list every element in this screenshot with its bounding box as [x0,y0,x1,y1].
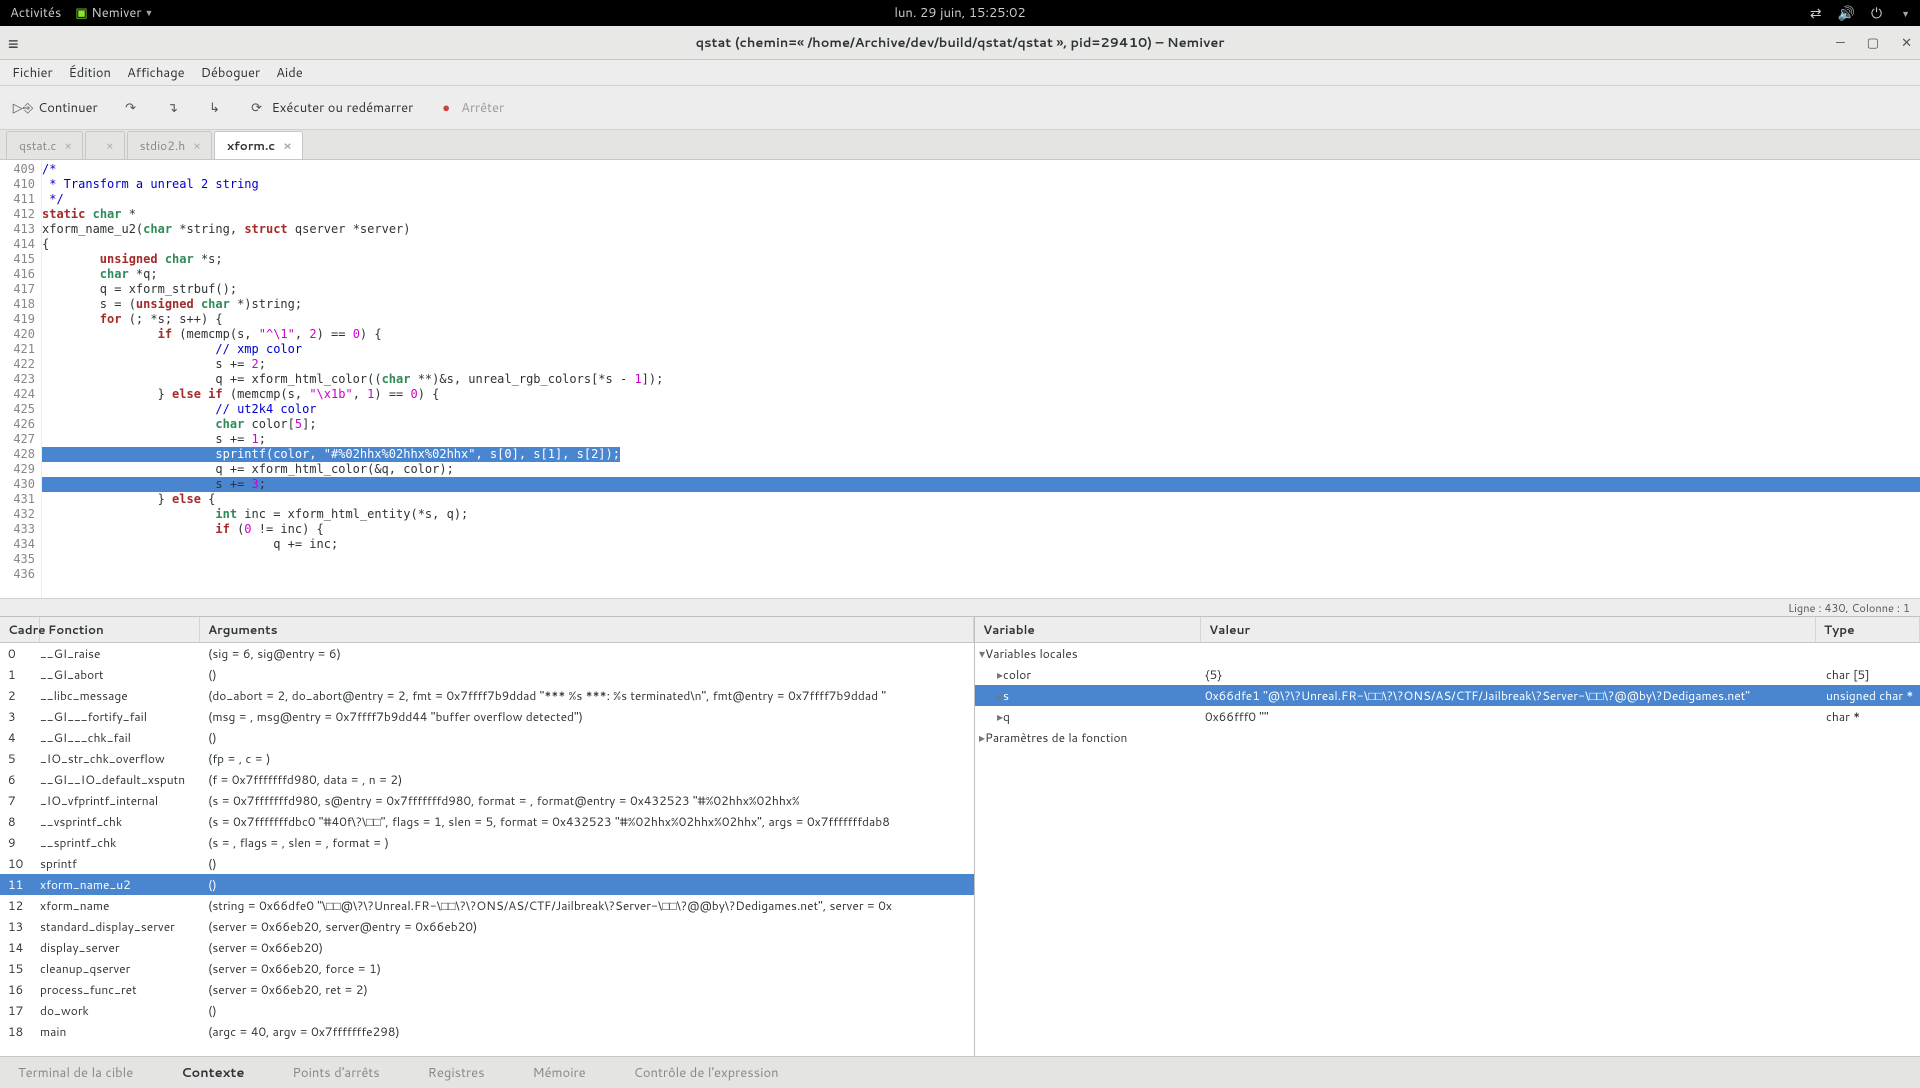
close-icon[interactable]: × [106,137,114,154]
variable-row[interactable]: ▸color{5}char [5] [975,664,1920,685]
step-out-button[interactable]: ↳ [200,95,230,121]
step-into-button[interactable]: ↴ [158,95,188,121]
chevron-down-icon: ▼ [144,6,153,19]
variable-row[interactable]: ▾Variables locales [975,643,1920,664]
btab-mémoire[interactable]: Mémoire [527,1060,592,1086]
close-button[interactable]: ✕ [1901,34,1912,52]
power-icon[interactable]: ⏻ [1871,3,1882,23]
hamburger-icon[interactable]: ≡ [8,30,19,56]
step-over-icon: ↷ [122,99,140,117]
stack-frame[interactable]: 5_IO_str_chk_overflow(fp = , c = ) [0,748,974,769]
menu-fichier[interactable]: Fichier [6,62,59,84]
menu-édition[interactable]: Édition [63,62,117,84]
stack-frame[interactable]: 7_IO_vfprintf_internal(s = 0x7fffffffd98… [0,790,974,811]
stack-frame[interactable]: 16process_func_ret(server = 0x66eb20, re… [0,979,974,1000]
maximize-button[interactable]: ▢ [1867,34,1879,52]
variables-panel[interactable]: Variable Valeur Type ▾Variables locales▸… [975,617,1920,1056]
menu-déboguer[interactable]: Déboguer [195,62,266,84]
stack-frame[interactable]: 8__vsprintf_chk(s = 0x7fffffffdbc0 "#40f… [0,811,974,832]
step-over-button[interactable]: ↷ [116,95,146,121]
editor-tabs: qstat.c××stdio2.h×xform.c× [0,130,1920,160]
tab-qstatc[interactable]: qstat.c× [6,131,83,159]
stack-frame[interactable]: 17do_work() [0,1000,974,1021]
stack-frame[interactable]: 3__GI___fortify_fail(msg = , msg@entry =… [0,706,974,727]
editor-statusbar: Ligne : 430, Colonne : 1 [0,598,1920,616]
stack-frame[interactable]: 11xform_name_u2() [0,874,974,895]
stack-frame[interactable]: 4__GI___chk_fail() [0,727,974,748]
close-icon[interactable]: × [193,137,201,154]
disclosure-icon[interactable]: ▸ [979,729,985,746]
variables-header: Variable Valeur Type [975,617,1920,643]
step-into-icon: ↴ [164,99,182,117]
stack-frame[interactable]: 10sprintf() [0,853,974,874]
menu-affichage[interactable]: Affichage [121,62,191,84]
call-stack-panel[interactable]: Cadre Fonction Arguments 0__GI_raise(sig… [0,617,975,1056]
stack-frame[interactable]: 18main(argc = 40, argv = 0x7fffffffe298) [0,1021,974,1042]
activities-button[interactable]: Activités [10,4,61,22]
stack-frame[interactable]: 13standard_display_server(server = 0x66e… [0,916,974,937]
btab-contrôle[interactable]: Contrôle de l'expression [628,1060,785,1086]
stack-frame[interactable]: 0__GI_raise(sig = 6, sig@entry = 6) [0,643,974,664]
stack-frame[interactable]: 1__GI_abort() [0,664,974,685]
toolbar: ▷⎆Continuer ↷ ↴ ↳ ⟳Exécuter ou redémarre… [0,86,1920,130]
disclosure-icon[interactable]: ▾ [979,645,985,662]
network-icon[interactable]: ⇄ [1810,3,1822,23]
close-icon[interactable]: × [283,137,292,154]
bottom-tabs: Terminal de la cible Contexte Points d'arr… [0,1056,1920,1088]
stack-frame[interactable]: 15cleanup_qserver(server = 0x66eb20, for… [0,958,974,979]
variable-row[interactable]: ▸s0x66dfe1 "@\?\?Unreal.FR-\□□\?\?ONS/AS… [975,685,1920,706]
restart-icon: ⟳ [248,99,266,117]
tab-disasmbly[interactable]: × [85,131,125,159]
continue-icon: ▷⎆ [14,99,32,117]
variable-row[interactable]: ▸Paramètres de la fonction [975,727,1920,748]
volume-icon[interactable]: 🔊 [1838,3,1855,23]
continue-button[interactable]: ▷⎆Continuer [8,95,104,121]
call-stack-header: Cadre Fonction Arguments [0,617,974,643]
source-editor[interactable]: 4094104114124134144154164174184194204214… [0,160,1920,598]
close-icon[interactable]: × [64,137,72,154]
nemiver-icon: ▣ [75,4,87,22]
stack-frame[interactable]: 12xform_name(string = 0x66dfe0 "\□□@\?\?… [0,895,974,916]
minimize-button[interactable]: — [1836,34,1845,52]
step-out-icon: ↳ [206,99,224,117]
stack-frame[interactable]: 14display_server(server = 0x66eb20) [0,937,974,958]
menu-aide[interactable]: Aide [270,62,309,84]
variable-row[interactable]: ▸q0x66fff0 ""char * [975,706,1920,727]
chevron-down-icon[interactable]: ▼ [1901,7,1910,20]
tab-stdio2h[interactable]: stdio2.h× [127,131,212,159]
stack-frame[interactable]: 9__sprintf_chk(s = , flags = , slen = , … [0,832,974,853]
btab-points[interactable]: Points d'arrêts [286,1060,385,1086]
gnome-topbar: Activités ▣ Nemiver▼ lun. 29 juin, 15:25… [0,0,1920,26]
btab-contexte[interactable]: Contexte [175,1060,250,1086]
clock[interactable]: lun. 29 juin, 15:25:02 [894,4,1025,22]
app-menu[interactable]: ▣ Nemiver▼ [75,4,153,22]
disclosure-icon[interactable]: ▸ [997,687,1003,704]
stop-button: ●Arrêter [431,95,510,121]
window-titlebar: ≡ qstat (chemin=« /home/Archive/dev/buil… [0,26,1920,60]
tab-xformc[interactable]: xform.c× [214,131,303,159]
stack-frame[interactable]: 6__GI__IO_default_xsputn(f = 0x7fffffffd… [0,769,974,790]
window-title: qstat (chemin=« /home/Archive/dev/build/… [696,34,1225,52]
run-button[interactable]: ⟳Exécuter ou redémarrer [242,95,420,121]
stop-icon: ● [437,99,455,117]
stack-frame[interactable]: 2__libc_message(do_abort = 2, do_abort@e… [0,685,974,706]
btab-registres[interactable]: Registres [422,1060,491,1086]
btab-terminal[interactable]: Terminal de la cible [12,1060,139,1086]
source-code[interactable]: /* * Transform a unreal 2 string */stati… [42,160,1920,598]
disclosure-icon[interactable]: ▸ [997,666,1003,683]
menubar: FichierÉditionAffichageDéboguerAide [0,60,1920,86]
disclosure-icon[interactable]: ▸ [997,708,1003,725]
line-gutter: 4094104114124134144154164174184194204214… [0,160,42,598]
